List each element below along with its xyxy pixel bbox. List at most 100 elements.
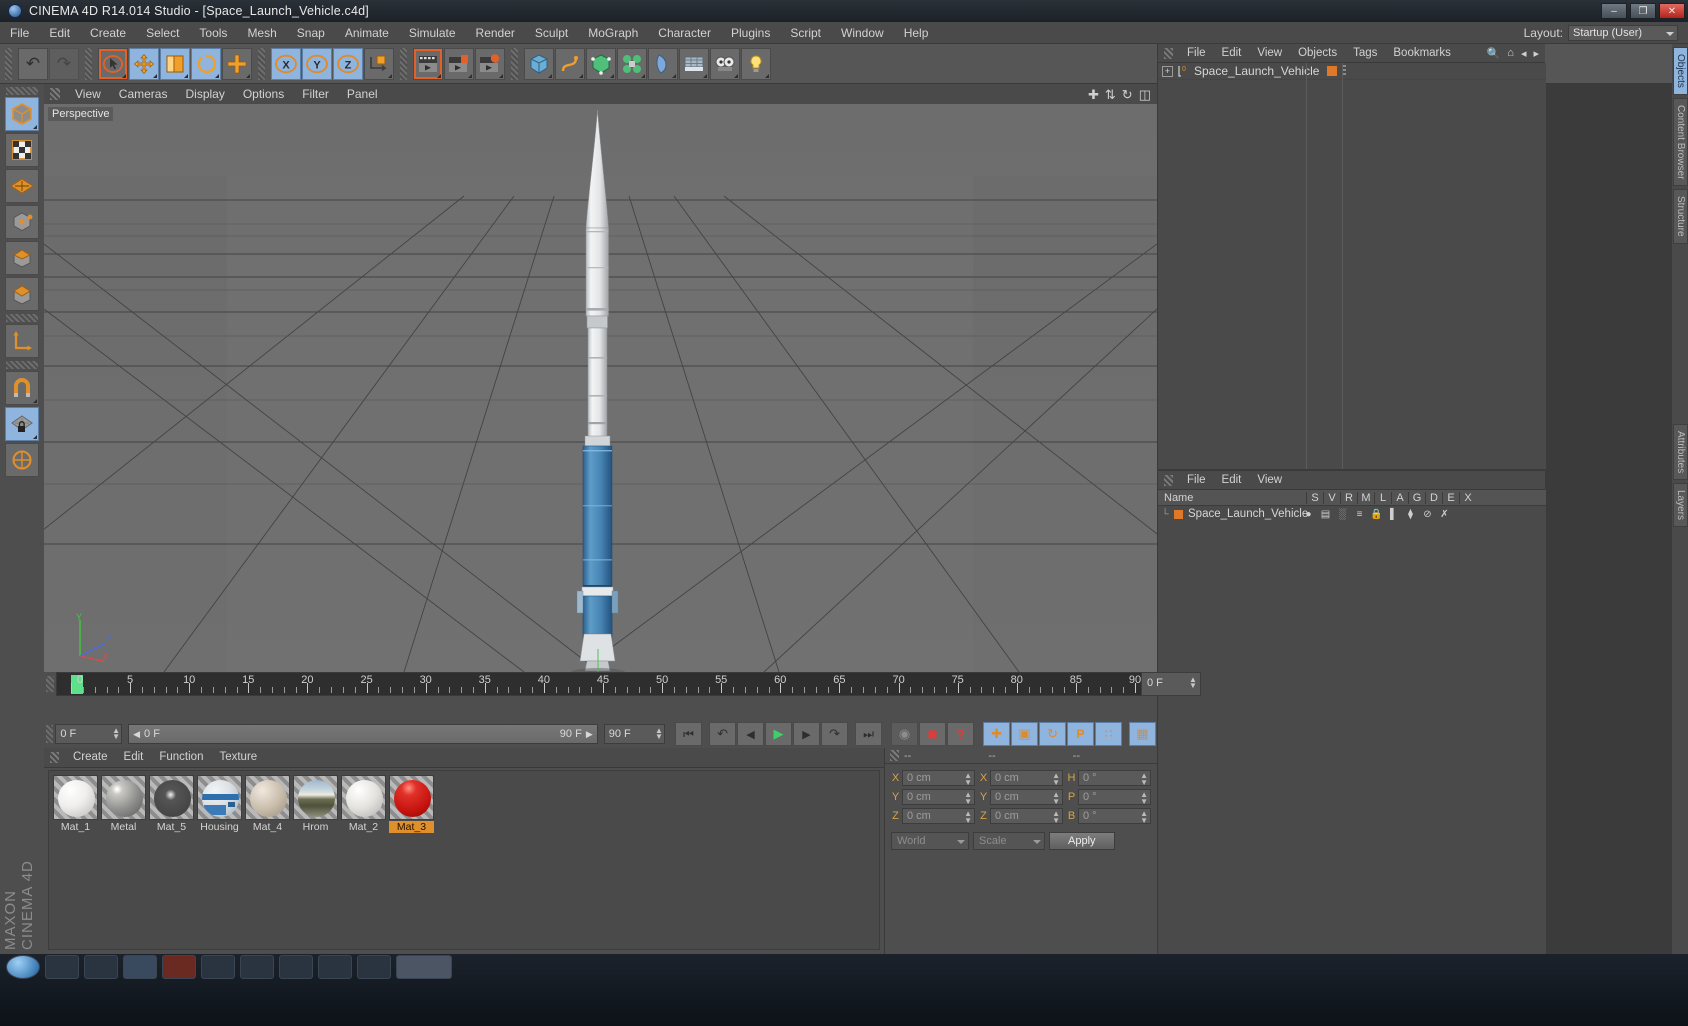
layer-render-icon[interactable]: ░ — [1334, 509, 1351, 520]
left-palette-grip-3[interactable] — [6, 361, 38, 369]
layer-visible-icon[interactable]: ▤ — [1317, 509, 1334, 520]
layer-solo-icon[interactable]: ● — [1300, 509, 1317, 520]
column-header-g[interactable]: G — [1408, 491, 1425, 504]
layer-name[interactable]: Space_Launch_Vehicle — [1188, 508, 1308, 520]
menu-item-animate[interactable]: Animate — [335, 22, 399, 44]
menu-item-snap[interactable]: Snap — [287, 22, 335, 44]
objmgr-menu-view[interactable]: View — [1249, 44, 1290, 63]
taskbar-item-5[interactable] — [201, 955, 235, 979]
parameter-key-button[interactable]: P — [1067, 722, 1095, 746]
coord-input-rot-b[interactable]: 0 ° ▲ ▼ — [1078, 808, 1151, 825]
layer-generator-icon[interactable]: ⧫ — [1402, 509, 1419, 520]
texture-mode-button[interactable] — [5, 133, 39, 167]
column-header-r[interactable]: R — [1340, 491, 1357, 504]
object-manager-tree[interactable]: + 0 Space_Launch_Vehicle — [1158, 63, 1546, 469]
coord-input-size-x[interactable]: 0 cm ▲ ▼ — [990, 770, 1063, 787]
point-level-animation-button[interactable]: ∷ — [1095, 722, 1123, 746]
points-mode-button[interactable] — [5, 205, 39, 239]
menu-item-render[interactable]: Render — [466, 22, 525, 44]
add-spline-button[interactable] — [555, 47, 585, 80]
left-palette-grip-2[interactable] — [6, 314, 38, 322]
layer-lock-icon[interactable]: 🔒 — [1368, 509, 1385, 520]
toolbar-grip-3[interactable] — [258, 47, 265, 80]
render-settings-button[interactable] — [475, 47, 505, 80]
taskbar-item-7[interactable] — [279, 955, 313, 979]
maximize-button[interactable]: ❐ — [1630, 3, 1656, 19]
layout-dropdown[interactable]: Startup (User) — [1568, 25, 1678, 41]
y-axis-lock-button[interactable]: Y — [302, 47, 332, 80]
material-manager-grip[interactable] — [50, 752, 59, 763]
minimize-button[interactable]: – — [1601, 3, 1627, 19]
toolbar-grip-2[interactable] — [85, 47, 92, 80]
search-icon[interactable]: 🔍 — [1487, 47, 1501, 60]
menu-item-help[interactable]: Help — [894, 22, 939, 44]
rotate-tool[interactable] — [191, 47, 221, 80]
matmgr-menu-function[interactable]: Function — [151, 748, 211, 767]
menu-item-sculpt[interactable]: Sculpt — [525, 22, 578, 44]
layout-view-icon[interactable]: ◫ — [1139, 87, 1151, 103]
add-deformer-button[interactable] — [648, 47, 678, 80]
menu-item-plugins[interactable]: Plugins — [721, 22, 780, 44]
layer-expression-icon[interactable]: ✗ — [1436, 509, 1453, 520]
coordinates-grip[interactable] — [890, 750, 899, 761]
column-header-x[interactable]: X — [1459, 491, 1476, 504]
x-axis-lock-button[interactable]: X — [271, 47, 301, 80]
taskbar-item-3[interactable] — [123, 955, 157, 979]
toolbar-grip[interactable] — [5, 47, 12, 80]
material-item[interactable]: Mat_4 — [245, 775, 290, 833]
objmgr-menu-tags[interactable]: Tags — [1345, 44, 1385, 63]
object-manager-grip[interactable] — [1164, 47, 1173, 59]
undo-button[interactable]: ↶ — [18, 47, 48, 80]
start-frame-field[interactable]: 0 F ▲ ▼ — [55, 724, 123, 744]
scale-tool[interactable] — [160, 47, 190, 80]
range-left-arrow-icon[interactable]: ◀ — [133, 729, 140, 740]
play-button[interactable]: ▶ — [765, 722, 793, 746]
frame-range-slider[interactable]: ◀ 0 F 90 F ▶ — [128, 724, 598, 744]
redo-button[interactable]: ↷ — [49, 47, 79, 80]
add-camera-button[interactable] — [710, 47, 740, 80]
side-tab-structure[interactable]: Structure — [1673, 189, 1688, 244]
column-header-m[interactable]: M — [1357, 491, 1374, 504]
menu-item-window[interactable]: Window — [831, 22, 894, 44]
end-frame-spinner[interactable]: ▲ ▼ — [655, 727, 663, 741]
add-cube-object-button[interactable] — [524, 47, 554, 80]
next-frame-button[interactable]: ▶ — [793, 722, 821, 746]
viewport-menu-display[interactable]: Display — [176, 84, 233, 104]
current-frame-field[interactable]: 0 F ▲ ▼ — [1141, 672, 1201, 696]
add-generator-button[interactable] — [586, 47, 616, 80]
coord-input-pos-z[interactable]: 0 cm ▲ ▼ — [902, 808, 975, 825]
position-key-button[interactable]: ✚ — [983, 722, 1011, 746]
viewport-3d-canvas[interactable]: Perspective Y X Z — [44, 104, 1157, 672]
close-button[interactable]: ✕ — [1659, 3, 1685, 19]
viewport-menu-view[interactable]: View — [66, 84, 110, 104]
coord-input-size-z[interactable]: 0 cm ▲ ▼ — [990, 808, 1063, 825]
live-selection-tool[interactable] — [98, 47, 128, 80]
edges-mode-button[interactable] — [5, 241, 39, 275]
coord-input-pos-x[interactable]: 0 cm ▲ ▼ — [902, 770, 975, 787]
material-item[interactable]: Housing — [197, 775, 242, 833]
timeline-layout-button[interactable]: ▦ — [1129, 722, 1157, 746]
home-icon[interactable]: ⌂ — [1507, 47, 1514, 59]
taskbar-item-1[interactable] — [45, 955, 79, 979]
viewport-menu-panel[interactable]: Panel — [338, 84, 387, 104]
enable-snapping-button[interactable] — [5, 371, 39, 405]
taskbar-item-6[interactable] — [240, 955, 274, 979]
attribute-manager-grip[interactable] — [1164, 474, 1173, 486]
menu-item-select[interactable]: Select — [136, 22, 189, 44]
side-tab-objects[interactable]: Objects — [1673, 47, 1688, 95]
material-item[interactable]: Hrom — [293, 775, 338, 833]
column-header-v[interactable]: V — [1323, 491, 1340, 504]
matmgr-menu-texture[interactable]: Texture — [211, 748, 265, 767]
taskbar-item-9[interactable] — [357, 955, 391, 979]
column-header-a[interactable]: A — [1391, 491, 1408, 504]
timeline-grip[interactable] — [46, 676, 54, 692]
collapse-icon[interactable]: ◂ — [1521, 47, 1527, 60]
material-item[interactable]: Mat_1 — [53, 775, 98, 833]
menu-item-tools[interactable]: Tools — [189, 22, 237, 44]
layer-row[interactable]: └ Space_Launch_Vehicle ● ▤ ░ ≡ 🔒 ▌ ⧫ ⊘ ✗ — [1158, 506, 1546, 522]
taskbar-item-2[interactable] — [84, 955, 118, 979]
end-frame-field[interactable]: 90 F ▲ ▼ — [603, 724, 666, 744]
world-object-coordinate-button[interactable] — [364, 47, 394, 80]
next-key-button[interactable]: ↷ — [821, 722, 849, 746]
coord-input-rot-p[interactable]: 0 ° ▲ ▼ — [1078, 789, 1151, 806]
